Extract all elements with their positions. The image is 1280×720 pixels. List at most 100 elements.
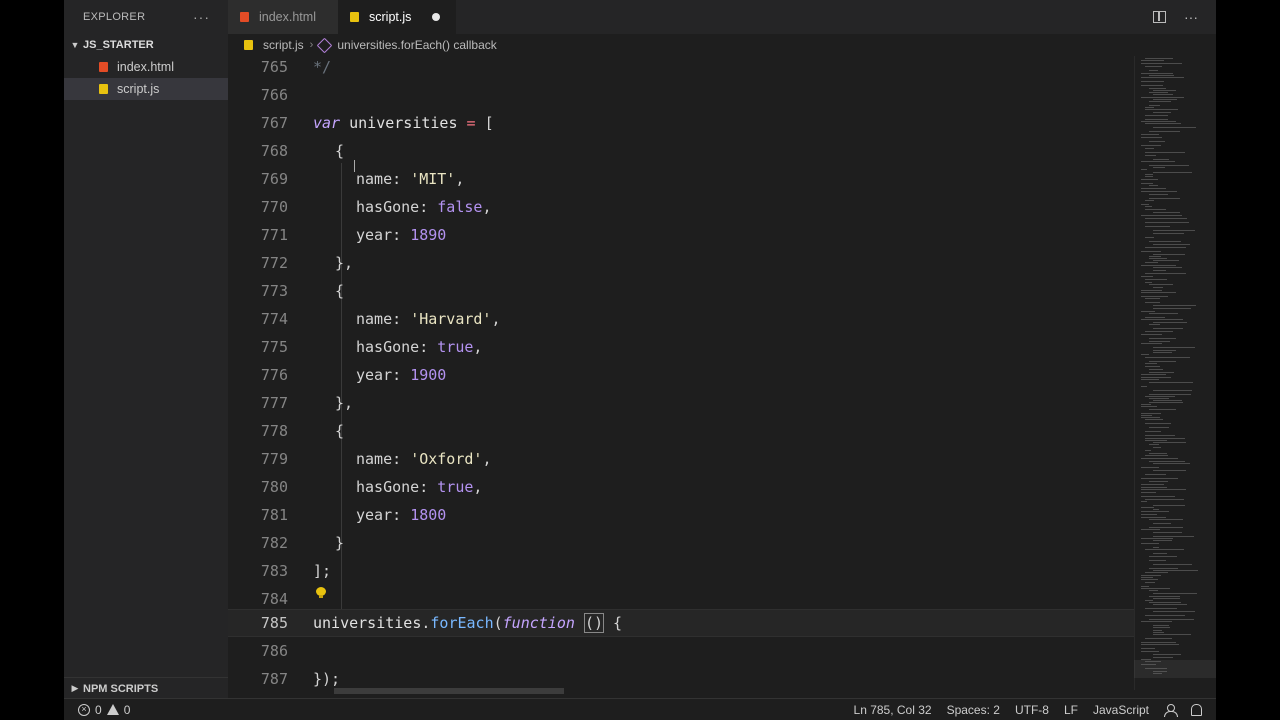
lightbulb-icon[interactable]	[316, 587, 326, 599]
minimap-line	[1145, 226, 1170, 227]
minimap-line	[1153, 244, 1190, 245]
split-editor-icon[interactable]	[1153, 11, 1166, 23]
line-number: 774	[260, 310, 288, 328]
minimap-line	[1141, 121, 1176, 122]
code-text: year: 1900	[356, 366, 447, 384]
code-line[interactable]: 779 name: 'Oxford',	[228, 445, 1134, 473]
code-line[interactable]: 778 {	[228, 417, 1134, 445]
code-line[interactable]: 776 year: 1900	[228, 361, 1134, 389]
minimap-line	[1145, 615, 1185, 616]
minimap-line	[1141, 191, 1177, 192]
code-line[interactable]: 781 year: 1800	[228, 501, 1134, 529]
file-script-js[interactable]: script.js	[64, 78, 228, 100]
minimap-line	[1145, 218, 1187, 219]
code-line[interactable]: 766	[228, 81, 1134, 109]
minimap-line	[1141, 296, 1168, 297]
minimap-line	[1141, 642, 1176, 643]
minimap-line	[1141, 77, 1184, 78]
code-line[interactable]: 769 name: 'MIT',	[228, 165, 1134, 193]
minimap-line	[1141, 161, 1175, 162]
breadcrumb-symbol[interactable]: universities.forEach() callback	[337, 38, 496, 52]
minimap-line	[1141, 511, 1169, 512]
code-line[interactable]: 783 ];	[228, 557, 1134, 585]
language-mode[interactable]: JavaScript	[1093, 703, 1149, 717]
code-line[interactable]: 773 {	[228, 277, 1134, 305]
minimap-line	[1141, 290, 1162, 291]
code-line[interactable]: 780 hasGone: true,	[228, 473, 1134, 501]
minimap-line	[1145, 209, 1166, 210]
bell-icon[interactable]	[1191, 703, 1202, 716]
minimap-line	[1149, 185, 1158, 186]
line-number: 768	[260, 142, 288, 160]
minimap-line	[1141, 413, 1161, 414]
folder-js-starter[interactable]: ▼ JS_STARTER	[64, 34, 228, 56]
js-file-icon	[244, 40, 253, 50]
code-line[interactable]: 772 },	[228, 249, 1134, 277]
minimap-line	[1141, 648, 1155, 649]
minimap-line	[1153, 172, 1192, 173]
minimap-line	[1145, 58, 1173, 59]
code-line[interactable]: 770 hasGone: false,	[228, 193, 1134, 221]
feedback-icon[interactable]	[1164, 703, 1178, 717]
code-line[interactable]: 774 name: 'Harvard',	[228, 305, 1134, 333]
code-line[interactable]: 765 */	[228, 56, 1134, 81]
code-line[interactable]: 775 hasGone: true,	[228, 333, 1134, 361]
line-number: 765	[260, 58, 288, 76]
encoding[interactable]: UTF-8	[1015, 703, 1049, 717]
minimap-line	[1149, 165, 1189, 166]
minimap-line	[1149, 241, 1181, 242]
minimap-line	[1141, 575, 1161, 576]
tab-more-button[interactable]: ···	[1184, 9, 1198, 25]
code-line[interactable]: 767 var universities = [	[228, 109, 1134, 137]
code-text: name: 'Harvard',	[356, 310, 501, 328]
js-file-icon	[99, 84, 108, 94]
minimap-line	[1141, 586, 1149, 587]
code-text: },	[335, 254, 354, 272]
code-line[interactable]: 786	[228, 637, 1134, 665]
minimap[interactable]	[1134, 56, 1216, 690]
npm-scripts-section[interactable]: ▶ NPM SCRIPTS	[64, 677, 228, 699]
code-line[interactable]: 777 },	[228, 389, 1134, 417]
chevron-right-icon: ›	[309, 39, 314, 51]
code-line[interactable]: 771 year: 1890	[228, 221, 1134, 249]
horizontal-scrollbar[interactable]	[334, 688, 564, 694]
minimap-line	[1145, 262, 1158, 263]
code-line[interactable]: 782 }	[228, 529, 1134, 557]
letterbox-left	[0, 0, 64, 720]
code-text: year: 1890	[356, 226, 447, 244]
file-label: script.js	[117, 82, 160, 96]
tab-bar: index.html script.js ···	[228, 0, 1216, 34]
minimap-line	[1145, 109, 1178, 110]
tab-script-js[interactable]: script.js	[338, 0, 456, 34]
line-number: 783	[260, 562, 288, 580]
unsaved-dot-icon[interactable]	[432, 13, 440, 21]
minimap-line	[1145, 499, 1184, 500]
code-line[interactable]: 768 {	[228, 137, 1134, 165]
tab-index-html[interactable]: index.html	[228, 0, 338, 34]
minimap-slider[interactable]	[1134, 660, 1216, 678]
line-number: 780	[260, 478, 288, 496]
minimap-line	[1149, 398, 1169, 399]
minimap-line	[1149, 372, 1174, 373]
indentation[interactable]: Spaces: 2	[947, 703, 1000, 717]
code-line-current[interactable]: 785 universities.forEach(function () {	[228, 609, 1134, 637]
file-index-html[interactable]: index.html	[64, 56, 228, 78]
minimap-line	[1149, 141, 1165, 142]
minimap-line	[1153, 654, 1181, 655]
explorer-more-button[interactable]: ···	[193, 9, 210, 25]
cursor-position[interactable]: Ln 785, Col 32	[854, 703, 932, 717]
code-line[interactable]: 787 });	[228, 665, 1134, 690]
minimap-line	[1149, 519, 1183, 520]
line-ending[interactable]: LF	[1064, 703, 1078, 717]
minimap-line	[1153, 634, 1191, 635]
minimap-line	[1141, 145, 1161, 146]
minimap-line	[1141, 97, 1184, 98]
minimap-line	[1145, 366, 1160, 367]
code-editor[interactable]: 765 */ 766 767 var universities = [ 768 …	[228, 56, 1134, 690]
code-text: {	[335, 422, 345, 440]
problems-indicator[interactable]: × 0 0	[64, 703, 130, 717]
html-file-icon	[99, 62, 108, 72]
minimap-line	[1153, 167, 1165, 168]
minimap-line	[1141, 319, 1183, 320]
breadcrumb-file[interactable]: script.js	[263, 38, 304, 52]
